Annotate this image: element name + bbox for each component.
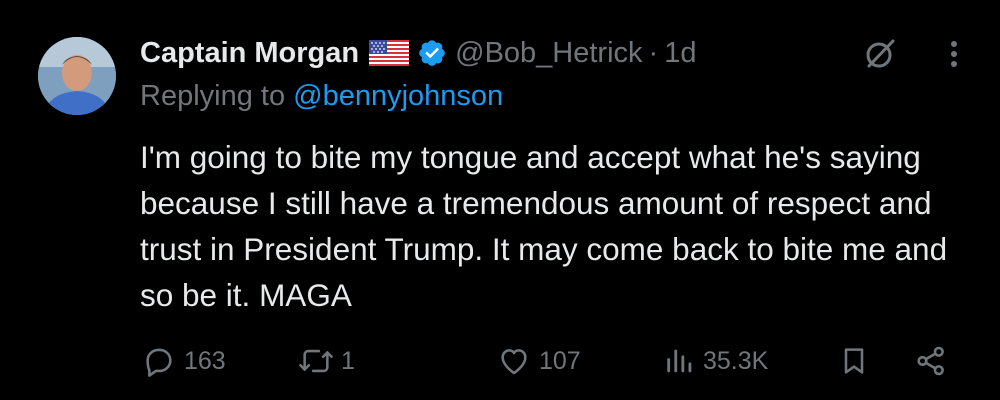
reply-icon [142,344,176,378]
more-options-icon[interactable] [944,38,964,70]
action-bar: 163 1 107 35.3K [0,340,1000,384]
share-icon [914,344,948,378]
like-button[interactable]: 107 [497,344,581,378]
like-count: 107 [539,346,581,375]
separator-dot: · [648,36,659,69]
views-button[interactable]: 35.3K [663,344,768,378]
us-flag-icon [369,40,410,66]
reply-count: 163 [184,346,226,375]
replying-to: Replying to @bennyjohnson [140,80,503,113]
verified-badge-icon[interactable] [417,38,447,68]
tweet: Captain Morgan @Bob_Hetrick · 1d Replyin… [0,0,1000,400]
bookmark-button[interactable] [838,344,870,378]
reply-mention-link[interactable]: @bennyjohnson [293,80,503,112]
analytics-icon [663,344,697,378]
user-handle[interactable]: @Bob_Hetrick [455,37,642,70]
bookmark-icon [838,344,870,378]
view-count: 35.3K [703,346,769,375]
repost-count: 1 [341,346,355,375]
replying-to-label: Replying to [140,80,286,112]
heart-icon [497,344,531,378]
display-name[interactable]: Captain Morgan [140,37,359,70]
share-button[interactable] [914,344,948,378]
avatar[interactable] [38,37,116,115]
reply-button[interactable]: 163 [142,344,226,378]
tweet-header: Captain Morgan @Bob_Hetrick · 1d [140,30,696,76]
repost-icon [297,344,335,378]
tweet-text: I'm going to bite my tongue and accept w… [140,139,948,313]
repost-button[interactable]: 1 [297,344,355,378]
grok-icon[interactable] [862,36,898,72]
timestamp[interactable]: 1d [664,37,696,70]
